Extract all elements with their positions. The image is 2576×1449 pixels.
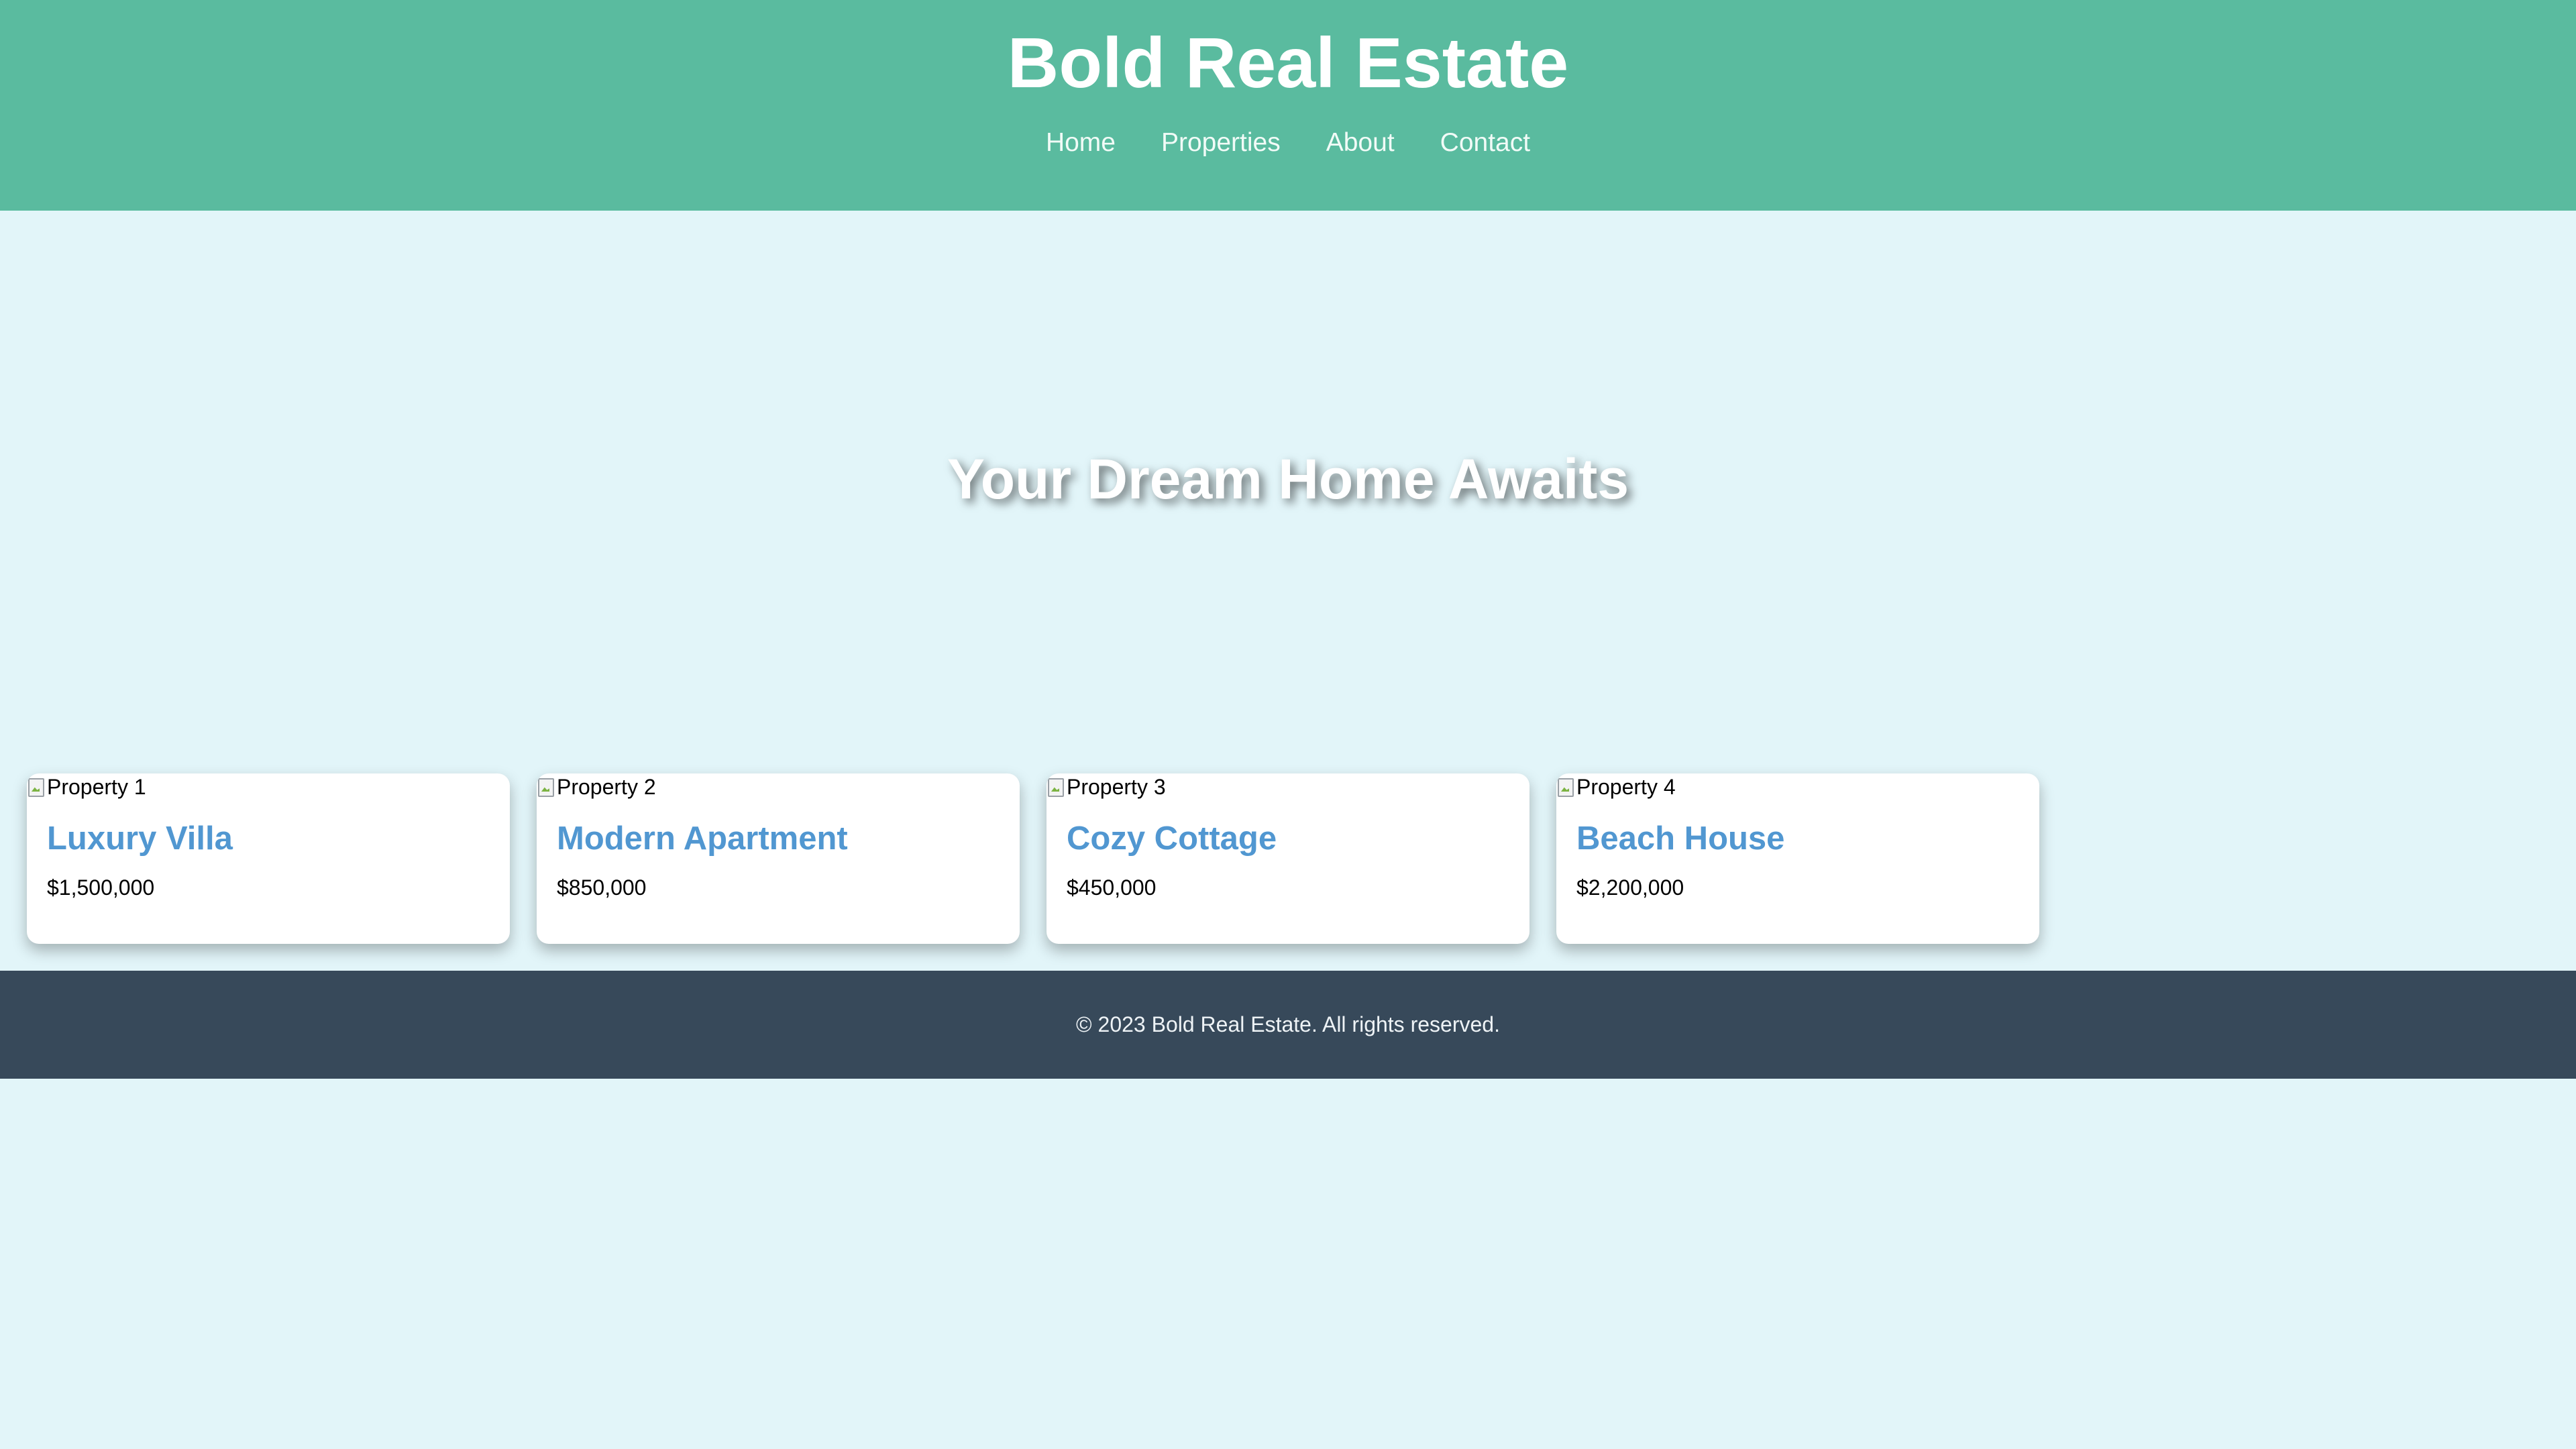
property-price: $450,000 [1067, 875, 1157, 900]
property-image: Property 3 [1046, 773, 1166, 800]
hero-title: Your Dream Home Awaits [947, 447, 1629, 511]
site-header: Bold Real Estate Home Properties About C… [0, 0, 2576, 211]
hero-section: Your Dream Home Awaits [0, 211, 2576, 747]
nav-link-properties[interactable]: Properties [1161, 125, 1281, 161]
property-card[interactable]: Property 2 Modern Apartment $850,000 [537, 773, 1020, 944]
site-footer: © 2023 Bold Real Estate. All rights rese… [0, 971, 2576, 1079]
nav-link-contact[interactable]: Contact [1440, 125, 1530, 161]
property-price: $2,200,000 [1576, 875, 1684, 900]
property-image-alt: Property 2 [557, 775, 656, 799]
property-image: Property 4 [1556, 773, 1676, 800]
broken-image-icon [1046, 776, 1065, 798]
property-card[interactable]: Property 4 Beach House $2,200,000 [1556, 773, 2039, 944]
property-price: $850,000 [557, 875, 647, 900]
broken-image-icon [1556, 776, 1575, 798]
broken-image-icon [27, 776, 46, 798]
property-title: Cozy Cottage [1067, 820, 1277, 857]
property-title: Beach House [1576, 820, 1785, 857]
property-image: Property 1 [27, 773, 146, 800]
property-title: Modern Apartment [557, 820, 848, 857]
property-image: Property 2 [537, 773, 656, 800]
property-price: $1,500,000 [47, 875, 155, 900]
nav-link-about[interactable]: About [1326, 125, 1395, 161]
property-title: Luxury Villa [47, 820, 233, 857]
property-image-alt: Property 4 [1576, 775, 1676, 799]
footer-copyright: © 2023 Bold Real Estate. All rights rese… [1076, 1012, 1500, 1036]
main-nav: Home Properties About Contact [0, 125, 2576, 161]
nav-link-home[interactable]: Home [1046, 125, 1116, 161]
property-card[interactable]: Property 1 Luxury Villa $1,500,000 [27, 773, 510, 944]
property-image-alt: Property 1 [47, 775, 146, 799]
property-list: Property 1 Luxury Villa $1,500,000 Prope… [27, 773, 2039, 944]
property-card[interactable]: Property 3 Cozy Cottage $450,000 [1046, 773, 1529, 944]
broken-image-icon [537, 776, 555, 798]
property-image-alt: Property 3 [1067, 775, 1166, 799]
site-title: Bold Real Estate [1007, 23, 1569, 103]
